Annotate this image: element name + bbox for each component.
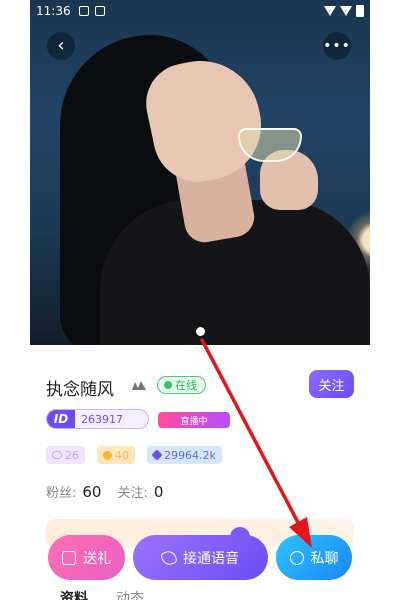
voice-call-button[interactable]: 接通语音 <box>133 535 268 580</box>
stat-value: 26 <box>65 448 79 462</box>
stat-badge-coins: 40 <box>97 446 135 464</box>
back-button[interactable]: ‹ <box>47 32 75 60</box>
gem-icon <box>151 449 163 461</box>
following-value: 0 <box>153 483 164 501</box>
profile-name: 执念随风 <box>46 380 114 400</box>
online-dot-icon <box>164 381 172 389</box>
user-id-badge: ID 263917 <box>46 409 149 429</box>
stat-value: 40 <box>115 448 129 462</box>
profile-tabs: 资料 动态 <box>60 588 144 600</box>
coin-icon <box>103 450 112 460</box>
id-value: 263917 <box>81 412 123 426</box>
level-icon <box>132 381 146 390</box>
app-notification-icon <box>94 6 105 16</box>
live-status-badge[interactable]: 直播中 <box>158 412 230 428</box>
gift-button[interactable]: 送礼 <box>48 535 125 580</box>
chat-label: 私聊 <box>310 550 339 567</box>
fans-value: 60 <box>82 483 102 501</box>
fans-following-row: 粉丝: 60 关注: 0 <box>46 482 163 501</box>
stat-badge-gems: 29964.2k <box>147 446 222 464</box>
more-icon: ••• <box>323 38 351 54</box>
online-label: 在线 <box>175 379 197 392</box>
gift-icon <box>62 550 76 565</box>
status-icons <box>324 5 364 17</box>
chevron-left-icon: ‹ <box>57 35 65 56</box>
private-chat-button[interactable]: 私聊 <box>276 535 352 580</box>
fans-label: 粉丝: <box>46 486 77 501</box>
tab-profile[interactable]: 资料 <box>60 588 88 600</box>
tab-moments[interactable]: 动态 <box>116 588 144 600</box>
status-time: 11:36 <box>36 4 71 18</box>
following-label: 关注: <box>117 486 148 501</box>
more-button[interactable]: ••• <box>323 32 351 60</box>
gift-label: 送礼 <box>83 550 111 567</box>
id-label: ID <box>47 410 75 428</box>
voice-label: 接通语音 <box>183 550 239 567</box>
wifi-icon <box>324 6 336 16</box>
chat-bubble-icon <box>289 550 304 565</box>
follow-button[interactable]: 关注 <box>309 370 354 398</box>
stat-value: 29964.2k <box>164 448 216 462</box>
signal-icon <box>340 6 352 16</box>
phone-icon <box>160 548 178 567</box>
stat-badge-messages: 26 <box>46 446 85 464</box>
bubble-icon <box>52 451 62 459</box>
image-notification-icon <box>78 6 89 16</box>
carousel-indicator <box>196 327 205 336</box>
status-bar: 11:36 <box>30 0 370 22</box>
battery-icon <box>356 5 364 17</box>
profile-photo[interactable] <box>30 0 370 345</box>
online-status-badge: 在线 <box>157 376 206 394</box>
